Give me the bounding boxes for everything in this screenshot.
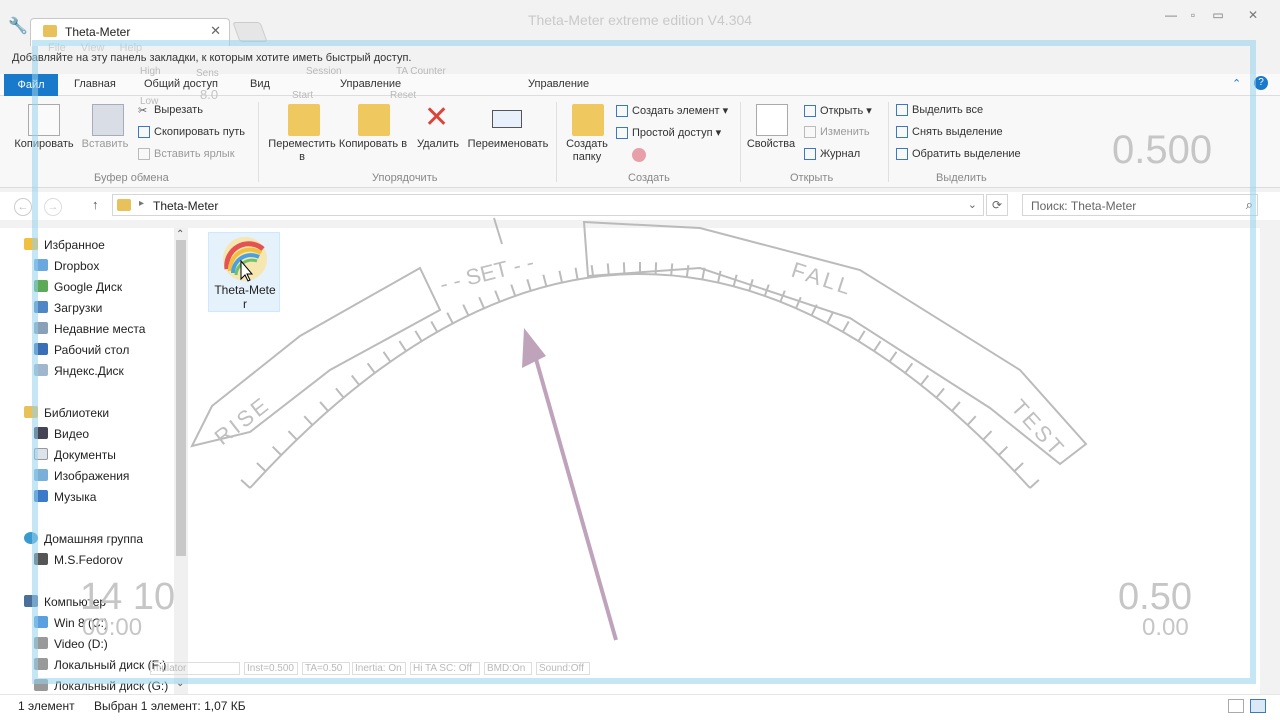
scale-tick: [606, 263, 610, 276]
scale-tick: [478, 296, 485, 309]
reset-button[interactable]: Reset: [390, 90, 416, 101]
meter-status-sound: Sound:Off: [536, 662, 590, 675]
scale-tick: [319, 401, 329, 412]
selection-info: Выбран 1 элемент: 1,07 КБ: [94, 699, 246, 713]
scale-ticks: [240, 262, 1040, 489]
scale-tick: [398, 340, 407, 352]
scale-tick: [670, 263, 674, 276]
scale-tick: [335, 387, 345, 399]
meter-needle: [532, 351, 618, 641]
scale-tick: [982, 430, 993, 441]
meter-dial: RISE - - SET - - FALL TEST: [190, 217, 1088, 641]
scale-tick: [622, 262, 626, 275]
scale-tick: [935, 387, 945, 399]
details-view-icon[interactable]: [1228, 699, 1244, 713]
scale-tick: [240, 479, 251, 489]
scale-tick: [904, 362, 914, 374]
fall-label: FALL: [788, 257, 856, 300]
scale-tick: [558, 270, 563, 283]
scale-tick: [654, 262, 658, 275]
scale-tick: [382, 351, 392, 363]
scale-tick: [287, 430, 298, 441]
scale-tick: [717, 270, 722, 283]
set-marker: [493, 217, 503, 245]
scale-tick: [857, 330, 866, 342]
scale-tick: [271, 445, 282, 456]
session-time-small: 00:00: [82, 614, 143, 641]
start-button[interactable]: Start: [292, 90, 313, 101]
scale-tick: [350, 374, 360, 386]
scale-tick: [430, 320, 439, 333]
ta-counter-value: 0.00: [1142, 614, 1189, 641]
scale-tick: [1029, 479, 1040, 489]
session-time: 14 10: [80, 576, 176, 618]
scale-tick: [998, 445, 1009, 456]
scale-tick: [826, 312, 834, 324]
set-label: - - SET - -: [437, 249, 536, 297]
scale-tick: [685, 265, 690, 278]
scale-tick: [462, 304, 470, 316]
status-bar: 1 элемент Выбран 1 элемент: 1,07 КБ: [0, 694, 1280, 720]
meter-status-ta: TA=0.50: [302, 662, 350, 675]
meter-status-inertia: Inertia: On: [352, 662, 406, 675]
scale-tick: [303, 415, 314, 426]
scale-tick: [414, 330, 423, 342]
scale-tick: [574, 267, 579, 280]
scale-tick: [795, 296, 802, 309]
session-label: Session: [306, 66, 342, 77]
scale-tick: [526, 279, 532, 292]
large-icons-view-icon[interactable]: [1250, 699, 1266, 713]
high-option[interactable]: High: [140, 66, 161, 77]
scale-tick: [966, 415, 977, 426]
scale-tick: [510, 284, 517, 297]
scale-tick: [873, 340, 882, 352]
scale-tick: [888, 351, 898, 363]
scale-tick: [366, 362, 376, 374]
item-count: 1 элемент: [18, 699, 75, 713]
meter-status-hi-ta: Hi TA SC: Off: [410, 662, 480, 675]
fall-test-band: [582, 220, 1088, 466]
ta-counter-label: TA Counter: [396, 66, 446, 77]
ta-value: 0.50: [1118, 576, 1192, 618]
needle-arrowhead: [522, 328, 546, 368]
scale-tick: [256, 462, 267, 472]
scale-tick: [951, 401, 961, 412]
sens-label: Sens: [196, 68, 219, 79]
scale-tick: [920, 374, 930, 386]
meter-status-mode: mulator: [150, 662, 240, 675]
scale-tick: [1013, 462, 1024, 472]
scale-tick: [494, 290, 501, 303]
scale-tick: [542, 274, 548, 287]
meter-status-inst: Inst=0.500: [244, 662, 298, 675]
scale-tick: [841, 320, 850, 333]
sens-value: 8.0: [200, 87, 219, 102]
inner-scale-arc: [249, 273, 1031, 489]
meter-reading: 0.500: [1112, 128, 1213, 172]
low-option[interactable]: Low: [140, 96, 158, 107]
meter-status-bmd: BMD:On: [484, 662, 532, 675]
scale-tick: [446, 312, 454, 324]
